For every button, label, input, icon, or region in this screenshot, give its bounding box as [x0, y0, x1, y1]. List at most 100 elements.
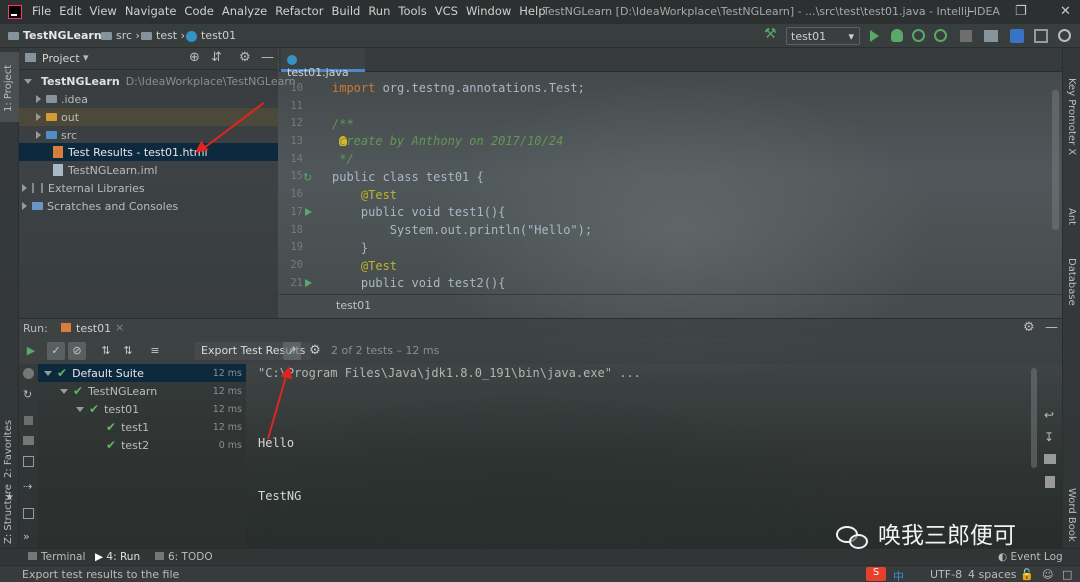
- result-test1[interactable]: ✔ test1 12 ms: [38, 418, 246, 436]
- sort-alpha-icon[interactable]: ⇅: [97, 342, 115, 360]
- export-test-results-icon[interactable]: ↗: [283, 342, 301, 360]
- stop-icon[interactable]: [24, 416, 33, 425]
- project-view-select[interactable]: Project: [42, 52, 80, 65]
- editor-scrollbar[interactable]: [1052, 90, 1059, 230]
- more-icon[interactable]: »: [23, 530, 30, 543]
- locate-icon[interactable]: ⊕: [189, 50, 200, 65]
- gear-icon[interactable]: ⚙: [1023, 320, 1035, 335]
- menu-tools[interactable]: Tools: [398, 4, 426, 18]
- debug-icon[interactable]: [23, 368, 34, 379]
- run-config-select[interactable]: test01 ▾: [786, 27, 860, 45]
- menu-code[interactable]: Code: [184, 4, 213, 18]
- stop-icon[interactable]: [960, 30, 972, 42]
- menu-navigate[interactable]: Navigate: [125, 4, 177, 18]
- gear-icon[interactable]: ⚙: [306, 342, 324, 360]
- menu-file[interactable]: File: [32, 4, 51, 18]
- sort-duration-icon[interactable]: ⇅: [119, 342, 137, 360]
- debug-icon[interactable]: [891, 29, 903, 42]
- scroll-to-end-icon[interactable]: ↧: [1044, 430, 1054, 444]
- build-hammer-icon[interactable]: ⚒: [764, 26, 778, 42]
- tree-node-root[interactable]: TestNGLearn D:\IdeaWorkplace\TestNGLearn: [19, 72, 296, 90]
- rerun-icon[interactable]: ▶: [22, 342, 40, 360]
- soft-wrap-icon[interactable]: ↩: [1044, 408, 1054, 422]
- rerun-failed-icon[interactable]: ↻: [23, 388, 32, 401]
- run-toolbar: ▶ ✓ ⊘ ⇅ ⇅ ≡ Export Test Results ↗ ⚙ 2 of…: [19, 338, 1062, 364]
- profile-icon[interactable]: [934, 29, 947, 42]
- hide-icon[interactable]: —: [1045, 320, 1058, 335]
- menu-edit[interactable]: Edit: [59, 4, 81, 18]
- notifications-icon[interactable]: □: [1062, 568, 1072, 581]
- menu-run[interactable]: Run: [368, 4, 390, 18]
- editor-breadcrumb[interactable]: test01: [336, 299, 371, 312]
- tree-node-src[interactable]: src: [19, 126, 278, 144]
- hide-icon[interactable]: —: [261, 50, 274, 65]
- key-promoter-tab[interactable]: Key Promoter X: [1066, 78, 1077, 155]
- collapse-icon[interactable]: ⇵: [211, 50, 222, 65]
- run-test2-gutter-icon[interactable]: [305, 279, 312, 287]
- grid-icon[interactable]: [23, 508, 34, 519]
- layout-icon[interactable]: [23, 456, 34, 467]
- inspector-icon[interactable]: ☺: [1042, 568, 1053, 581]
- database-tab[interactable]: Database: [1066, 258, 1077, 306]
- structure-tool-tab[interactable]: Z: Structure: [3, 484, 14, 544]
- menu-analyze[interactable]: Analyze: [222, 4, 267, 18]
- coverage-icon[interactable]: [912, 29, 925, 42]
- breadcrumb-test[interactable]: test ›: [141, 29, 185, 42]
- search-everywhere-icon[interactable]: [1058, 29, 1071, 42]
- todo-tab[interactable]: 6: TODO: [155, 551, 213, 563]
- login-icon[interactable]: ⇢: [23, 480, 32, 493]
- tree-node-test-results-html[interactable]: Test Results - test01.html: [19, 143, 278, 161]
- ant-tab[interactable]: Ant: [1066, 208, 1077, 225]
- breadcrumb-class[interactable]: test01: [186, 29, 236, 42]
- menu-refactor[interactable]: Refactor: [275, 4, 323, 18]
- menu-build[interactable]: Build: [331, 4, 360, 18]
- translate-icon[interactable]: [1010, 29, 1024, 43]
- close-icon[interactable]: ✕: [1060, 4, 1071, 19]
- tree-node-iml[interactable]: TestNGLearn.iml: [19, 161, 278, 179]
- minimize-icon[interactable]: –: [968, 4, 975, 19]
- ime-mode[interactable]: 中: [893, 568, 904, 582]
- lock-icon[interactable]: 🔓: [1020, 568, 1034, 581]
- close-tab-icon[interactable]: ×: [115, 321, 124, 334]
- sdk-manager-icon[interactable]: [1034, 29, 1048, 43]
- show-ignored-icon[interactable]: ⊘: [68, 342, 86, 360]
- tree-node-idea[interactable]: .idea: [19, 90, 278, 108]
- clear-icon[interactable]: [1045, 476, 1055, 488]
- run-test1-gutter-icon[interactable]: [305, 208, 312, 216]
- run-icon[interactable]: [870, 30, 879, 42]
- indent-setting[interactable]: 4 spaces: [968, 568, 1017, 581]
- show-passed-icon[interactable]: ✓: [47, 342, 65, 360]
- result-test01[interactable]: ✔ test01 12 ms: [38, 400, 246, 418]
- favorites-tool-tab[interactable]: 2: Favorites: [3, 420, 14, 478]
- run-class-gutter-icon[interactable]: ↻: [303, 171, 312, 184]
- sogou-ime-icon[interactable]: S: [866, 567, 886, 581]
- menu-vcs[interactable]: VCS: [435, 4, 458, 18]
- print-icon[interactable]: [1044, 454, 1056, 464]
- result-testnglearn[interactable]: ✔ TestNGLearn 12 ms: [38, 382, 246, 400]
- tree-node-external-libraries[interactable]: External Libraries: [19, 179, 278, 197]
- screenshot-icon[interactable]: [23, 436, 34, 445]
- menu-help[interactable]: Help: [519, 4, 545, 18]
- project-tool-tab-label[interactable]: 1: Project: [3, 65, 14, 112]
- word-book-tab[interactable]: Word Book: [1066, 488, 1077, 542]
- run-label: Run:: [23, 322, 48, 335]
- tree-node-out[interactable]: out: [19, 108, 278, 126]
- file-encoding[interactable]: UTF-8: [930, 568, 962, 581]
- result-test2[interactable]: ✔ test2 0 ms: [38, 436, 246, 454]
- event-log-tab[interactable]: ◐ Event Log: [998, 551, 1063, 563]
- run-tool-tab[interactable]: ▶ 4: Run: [95, 551, 140, 563]
- terminal-tab[interactable]: Terminal: [28, 551, 85, 563]
- menu-view[interactable]: View: [90, 4, 117, 18]
- editor-tab-test01[interactable]: test01.java: [281, 48, 365, 79]
- menu-window[interactable]: Window: [466, 4, 511, 18]
- project-structure-icon[interactable]: [984, 30, 998, 42]
- expand-all-icon[interactable]: ≡: [146, 342, 164, 360]
- result-default-suite[interactable]: ✔ Default Suite 12 ms: [38, 364, 246, 382]
- run-tab-test01[interactable]: test01: [76, 322, 111, 335]
- console-scrollbar[interactable]: [1031, 368, 1037, 468]
- tree-node-scratches[interactable]: Scratches and Consoles: [19, 197, 278, 215]
- breadcrumb-src[interactable]: src ›: [101, 29, 140, 42]
- breadcrumb-project[interactable]: TestNGLearn ›: [8, 29, 110, 42]
- restore-icon[interactable]: ❐: [1015, 4, 1027, 19]
- gear-icon[interactable]: ⚙: [239, 50, 251, 65]
